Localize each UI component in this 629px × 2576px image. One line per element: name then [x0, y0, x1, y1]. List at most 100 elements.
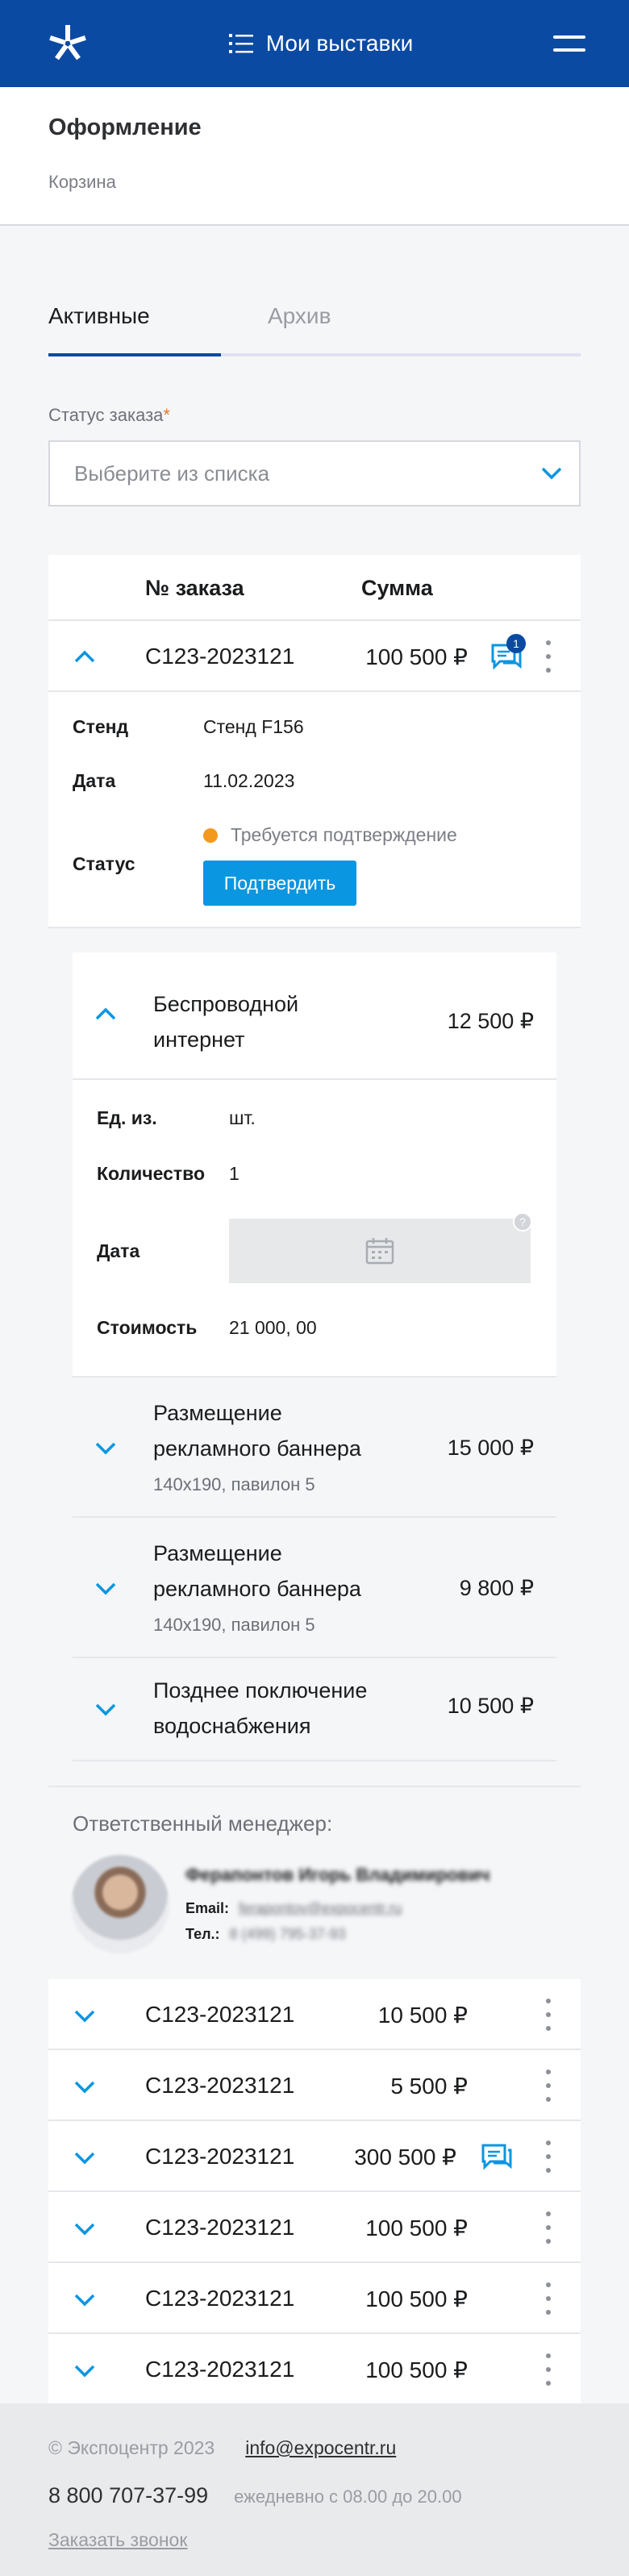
- confirm-button[interactable]: Подтвердить: [203, 861, 356, 906]
- order-sum: 100 500 ₽: [365, 2357, 468, 2382]
- order-sum: 5 500 ₽: [390, 2074, 468, 2099]
- service-quantity: Количество 1: [97, 1163, 240, 1184]
- table-row[interactable]: С123-2023121 10 500 ₽: [48, 1979, 581, 2050]
- service-row[interactable]: Размещение рекламного баннера 140х190, п…: [73, 1378, 556, 1518]
- chevron-down-icon[interactable]: [73, 2358, 97, 2382]
- service-price: 9 800 ₽: [459, 1576, 534, 1600]
- request-callback-link[interactable]: Заказать звонок: [48, 2529, 581, 2551]
- list-icon: [228, 34, 253, 53]
- order-number: С123-2023121: [145, 2286, 295, 2311]
- services-list: Беспроводной интернет 12 500 ₽ Ед. из. ш…: [48, 928, 581, 1786]
- service-price: 12 500 ₽: [447, 1009, 534, 1033]
- order-tabs: Активные Архив: [48, 284, 581, 356]
- tab-archive[interactable]: Архив: [268, 303, 331, 329]
- chevron-up-icon[interactable]: [94, 1002, 118, 1027]
- chevron-up-icon[interactable]: [73, 645, 97, 669]
- service-price: 10 500 ₽: [447, 1694, 534, 1718]
- manager-card: Ответственный менеджер: Ферапонтов Игорь…: [48, 1786, 581, 1979]
- manager-phone: Тел.: 8 (499) 795-37-93: [185, 1926, 346, 1942]
- more-options-icon[interactable]: [544, 640, 553, 673]
- table-row[interactable]: С123-2023121 300 500 ₽: [48, 2121, 581, 2192]
- table-header: № заказа Сумма: [48, 555, 581, 621]
- chevron-down-icon[interactable]: [73, 2287, 97, 2311]
- chevron-down-icon[interactable]: [94, 1576, 118, 1600]
- more-options-icon[interactable]: [544, 2140, 553, 2173]
- header-title: Мои выставки: [265, 31, 414, 56]
- column-sum: Сумма: [361, 576, 433, 600]
- service-row-expanded[interactable]: Беспроводной интернет 12 500 ₽: [73, 952, 556, 1080]
- footer-phone[interactable]: 8 800 707-37-99: [48, 2483, 208, 2508]
- help-icon[interactable]: ?: [513, 1212, 532, 1232]
- order-sum: 100 500 ₽: [365, 644, 468, 669]
- service-title: Позднее поключение водоснабжения: [153, 1678, 368, 1738]
- chevron-down-icon[interactable]: [73, 2216, 97, 2240]
- service-date: Дата ?: [97, 1212, 532, 1283]
- table-row-expanded[interactable]: С123-2023121 100 500 ₽ 1: [48, 621, 581, 692]
- order-sum: 300 500 ₽: [354, 2145, 456, 2170]
- messages-count-badge: 1: [506, 634, 526, 653]
- my-exhibitions-menu[interactable]: Мои выставки: [228, 31, 414, 56]
- tab-active[interactable]: Активные: [48, 303, 150, 329]
- copyright: © Экспоцентр 2023: [48, 2437, 215, 2458]
- service-title: Размещение рекламного баннера: [153, 1541, 361, 1601]
- order-number: С123-2023121: [145, 2357, 295, 2382]
- messages-button[interactable]: 1: [490, 634, 526, 671]
- service-price: 15 000 ₽: [447, 1436, 534, 1460]
- service-row[interactable]: Позднее поключение водоснабжения 10 500 …: [73, 1658, 556, 1761]
- chevron-down-icon[interactable]: [73, 2074, 97, 2099]
- avatar: [71, 1855, 169, 1953]
- manager-email-link[interactable]: ferapontov@expocentr.ru: [239, 1900, 402, 1916]
- service-title: Беспроводной интернет: [153, 992, 299, 1052]
- manager-name: Ферапонтов Игорь Владимирович: [185, 1865, 490, 1885]
- messages-button[interactable]: [481, 2142, 513, 2171]
- tab-underline: [48, 353, 581, 356]
- footer-email-link[interactable]: info@expocentr.ru: [245, 2437, 396, 2459]
- chevron-down-icon[interactable]: [94, 1697, 118, 1721]
- more-options-icon[interactable]: [544, 2070, 553, 2102]
- footer-hours: ежедневно с 08.00 до 20.00: [234, 2486, 462, 2507]
- manager-title: Ответственный менеджер:: [73, 1811, 333, 1836]
- column-order-number: № заказа: [145, 576, 244, 600]
- hamburger-menu-icon[interactable]: [552, 31, 585, 56]
- order-number: С123-2023121: [145, 2002, 295, 2027]
- status-text: Требуется подтверждение: [231, 824, 457, 845]
- table-row[interactable]: С123-2023121 100 500 ₽: [48, 2263, 581, 2334]
- service-row[interactable]: Размещение рекламного баннера 140х190, п…: [73, 1518, 556, 1658]
- page-header: Оформление Корзина: [0, 87, 629, 226]
- top-bar: Мои выставки: [0, 0, 629, 87]
- breadcrumb[interactable]: Корзина: [48, 172, 581, 193]
- service-title: Размещение рекламного баннера: [153, 1401, 361, 1461]
- order-number: С123-2023121: [145, 2073, 295, 2098]
- table-row[interactable]: С123-2023121 100 500 ₽: [48, 2334, 581, 2405]
- chevron-down-icon[interactable]: [73, 2145, 97, 2170]
- more-options-icon[interactable]: [544, 2282, 553, 2315]
- detail-stand: Стенд Стенд F156: [73, 716, 304, 737]
- chevron-down-icon[interactable]: [94, 1436, 118, 1460]
- chevron-down-icon[interactable]: [73, 2003, 97, 2028]
- service-subtitle: 140х190, павилон 5: [153, 1615, 315, 1635]
- select-placeholder: Выберите из списка: [74, 461, 270, 486]
- date-picker-field[interactable]: ?: [229, 1212, 532, 1283]
- calendar-icon: [365, 1238, 394, 1265]
- more-options-icon[interactable]: [544, 2211, 553, 2244]
- more-options-icon[interactable]: [544, 1999, 553, 2031]
- order-sum: 100 500 ₽: [365, 2286, 468, 2311]
- order-status-select[interactable]: Выберите из списка: [48, 440, 581, 506]
- detail-date: Дата 11.02.2023: [73, 770, 295, 791]
- order-number: С123-2023121: [145, 2215, 295, 2240]
- order-sum: 10 500 ₽: [377, 2003, 468, 2028]
- service-cost: Стоимость 21 000, 00: [97, 1317, 317, 1338]
- status-dot-icon: [203, 827, 218, 843]
- table-row[interactable]: С123-2023121 5 500 ₽: [48, 2050, 581, 2121]
- required-mark: *: [163, 405, 170, 425]
- chat-icon: [481, 2144, 512, 2170]
- chevron-down-icon: [541, 467, 562, 480]
- more-options-icon[interactable]: [544, 2353, 553, 2386]
- expocentr-logo[interactable]: [47, 23, 89, 65]
- table-row[interactable]: С123-2023121 100 500 ₽: [48, 2192, 581, 2263]
- page-title: Оформление: [48, 115, 202, 140]
- order-sum: 100 500 ₽: [365, 2215, 468, 2240]
- orders-table: № заказа Сумма С123-2023121 100 500 ₽ 1 …: [48, 555, 581, 2405]
- order-status-label: Статус заказа*: [48, 405, 170, 425]
- footer: © Экспоцентр 2023 info@expocentr.ru 8 80…: [0, 2403, 629, 2576]
